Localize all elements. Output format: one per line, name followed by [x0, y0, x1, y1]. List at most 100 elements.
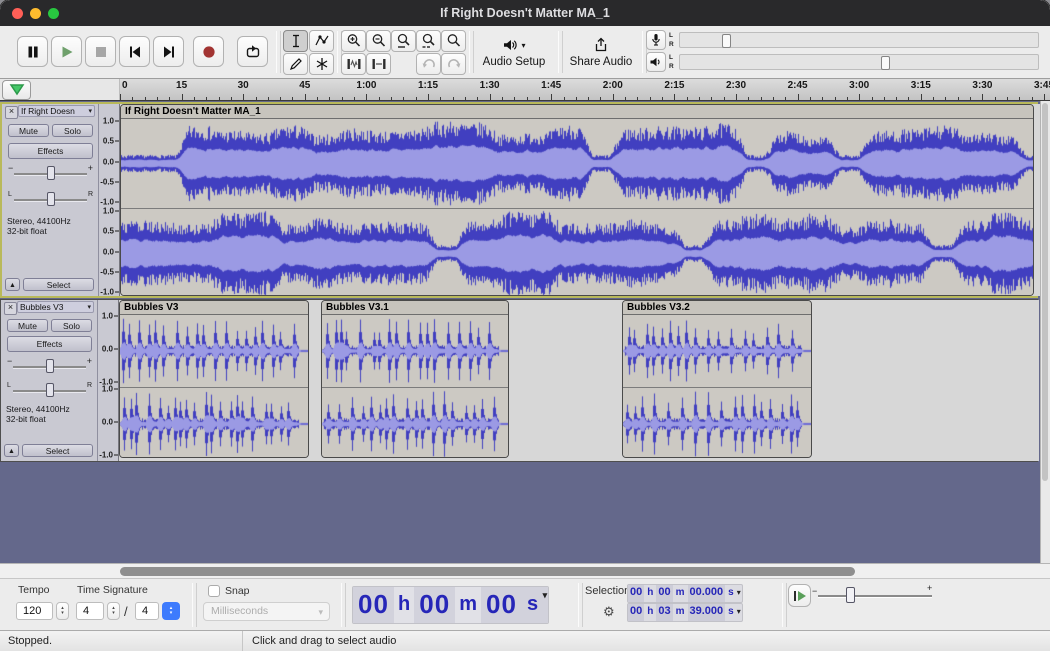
play-at-speed-button[interactable]: [788, 584, 811, 607]
track-close-button[interactable]: ×: [5, 106, 18, 119]
effects-button[interactable]: Effects: [7, 336, 92, 352]
ruler-scale[interactable]: 01530451:001:151:301:452:002:152:302:453…: [120, 79, 1050, 100]
loop-button[interactable]: [237, 36, 268, 67]
collapse-button[interactable]: ▲: [5, 278, 20, 291]
selection-end-field[interactable]: 00h 03m 39.000s ▾: [627, 603, 743, 622]
play-speed-slider[interactable]: [818, 595, 932, 598]
waveform-canvas[interactable]: [322, 388, 508, 458]
zoom-toggle-button[interactable]: [441, 30, 466, 52]
clip-title[interactable]: Bubbles V3.2: [623, 301, 811, 315]
track-name-button[interactable]: If Right Doesn▾: [18, 105, 95, 117]
snap-mode-dropdown[interactable]: Milliseconds▾: [203, 602, 330, 621]
vertical-scrollbar[interactable]: [1040, 101, 1050, 563]
effects-button[interactable]: Effects: [8, 143, 93, 159]
pan-slider[interactable]: LR: [3, 379, 96, 399]
zoom-to-selection-button[interactable]: [391, 30, 416, 52]
time-signature-denominator-popup[interactable]: ▴▾: [162, 602, 180, 620]
position-seconds[interactable]: 00: [481, 587, 522, 623]
waveform-channel[interactable]: [120, 315, 308, 387]
snap-checkbox[interactable]: [208, 585, 220, 597]
audio-setup-button[interactable]: ▾ Audio Setup: [473, 30, 555, 75]
waveform-canvas[interactable]: [120, 315, 308, 387]
waveform-canvas[interactable]: [322, 315, 508, 387]
time-signature-denominator-input[interactable]: 4: [135, 602, 159, 620]
collapse-button[interactable]: ▲: [4, 444, 19, 457]
selection-tool-button[interactable]: [283, 30, 308, 52]
multi-tool-button[interactable]: [309, 53, 334, 75]
silence-audio-button[interactable]: [366, 53, 391, 75]
audio-position-display[interactable]: 00 h 00 m 00 s▾: [352, 586, 549, 624]
timeline-options-button[interactable]: [2, 80, 31, 100]
waveform-channel[interactable]: [322, 388, 508, 458]
waveform-channel[interactable]: [121, 119, 1033, 208]
vertical-scrollbar-thumb[interactable]: [1042, 103, 1048, 481]
skip-to-start-button[interactable]: [119, 36, 150, 67]
track-row[interactable]: ×Bubbles V3▾MuteSoloEffects−+LRStereo, 4…: [0, 299, 1038, 462]
vertical-scale-ruler[interactable]: 1.00.50.0-0.5-1.01.00.50.0-0.5-1.0: [99, 104, 120, 296]
selection-start-field[interactable]: 00h 00m 00.000s ▾: [627, 584, 743, 603]
time-signature-numerator-input[interactable]: 4: [76, 602, 104, 620]
position-minutes[interactable]: 00: [414, 587, 455, 623]
track-lane[interactable]: Bubbles V3 Bubbles V3.1 Bubbles V3.2: [119, 300, 1039, 461]
undo-button[interactable]: [416, 53, 441, 75]
play-button[interactable]: [51, 36, 82, 67]
playback-level-thumb[interactable]: [881, 56, 890, 70]
fit-project-button[interactable]: [416, 30, 441, 52]
track-row[interactable]: ×If Right Doesn▾MuteSoloEffects−+LRStere…: [0, 102, 1038, 298]
record-button[interactable]: [193, 36, 224, 67]
gear-icon[interactable]: ⚙: [603, 604, 615, 620]
position-seconds-unit[interactable]: s▾: [522, 587, 548, 623]
tempo-input[interactable]: 120: [16, 602, 53, 620]
toolbar-grip[interactable]: [782, 583, 787, 627]
clip-title[interactable]: If Right Doesn't Matter MA_1: [121, 105, 1033, 119]
clip-title[interactable]: Bubbles V3.1: [322, 301, 508, 315]
audio-clip[interactable]: Bubbles V3.1: [321, 300, 509, 458]
waveform-channel[interactable]: [121, 209, 1033, 296]
solo-button[interactable]: Solo: [51, 319, 92, 332]
horizontal-scrollbar-thumb[interactable]: [120, 567, 855, 576]
track-close-button[interactable]: ×: [4, 302, 17, 315]
waveform-canvas[interactable]: [121, 119, 1033, 208]
mute-button[interactable]: Mute: [8, 124, 49, 137]
select-button[interactable]: Select: [22, 444, 93, 457]
pause-button[interactable]: [17, 36, 48, 67]
select-button[interactable]: Select: [23, 278, 94, 291]
track-area[interactable]: ×If Right Doesn▾MuteSoloEffects−+LRStere…: [0, 101, 1040, 563]
waveform-canvas[interactable]: [623, 388, 811, 458]
track-name-button[interactable]: Bubbles V3▾: [17, 301, 94, 313]
draw-tool-button[interactable]: [283, 53, 308, 75]
audio-clip[interactable]: If Right Doesn't Matter MA_1: [120, 104, 1034, 296]
playback-meter-track[interactable]: [679, 54, 1039, 70]
gain-slider-thumb[interactable]: [47, 166, 55, 180]
redo-button[interactable]: [441, 53, 466, 75]
solo-button[interactable]: Solo: [52, 124, 93, 137]
play-speed-thumb[interactable]: [846, 587, 855, 603]
toolbar-grip[interactable]: [192, 583, 197, 627]
toolbar-grip[interactable]: [276, 31, 281, 73]
horizontal-scrollbar[interactable]: [0, 563, 1050, 578]
track-lane[interactable]: If Right Doesn't Matter MA_1: [120, 104, 1040, 296]
zoom-in-button[interactable]: [341, 30, 366, 52]
trim-audio-button[interactable]: [341, 53, 366, 75]
mute-button[interactable]: Mute: [7, 319, 48, 332]
playback-meter[interactable]: LR: [646, 52, 1040, 73]
record-meter-button[interactable]: [646, 30, 666, 50]
waveform-channel[interactable]: [322, 315, 508, 387]
record-meter-track[interactable]: [679, 32, 1039, 48]
pan-slider-thumb[interactable]: [47, 192, 55, 206]
gain-slider[interactable]: −+: [4, 162, 97, 182]
time-signature-stepper[interactable]: ▴▾: [107, 602, 120, 620]
clip-title[interactable]: Bubbles V3: [120, 301, 308, 315]
record-level-thumb[interactable]: [722, 34, 731, 48]
waveform-canvas[interactable]: [121, 209, 1033, 296]
timeline-ruler[interactable]: 01530451:001:151:301:452:002:152:302:453…: [0, 79, 1050, 101]
waveform-channel[interactable]: [623, 388, 811, 458]
vertical-scale-ruler[interactable]: 1.00.0-1.01.00.0-1.0: [98, 300, 119, 461]
skip-to-end-button[interactable]: [153, 36, 184, 67]
zoom-out-button[interactable]: [366, 30, 391, 52]
stop-button[interactable]: [85, 36, 116, 67]
waveform-canvas[interactable]: [120, 388, 308, 458]
waveform-canvas[interactable]: [623, 315, 811, 387]
tempo-stepper[interactable]: ▴▾: [56, 602, 69, 620]
share-audio-button[interactable]: Share Audio: [562, 30, 640, 75]
